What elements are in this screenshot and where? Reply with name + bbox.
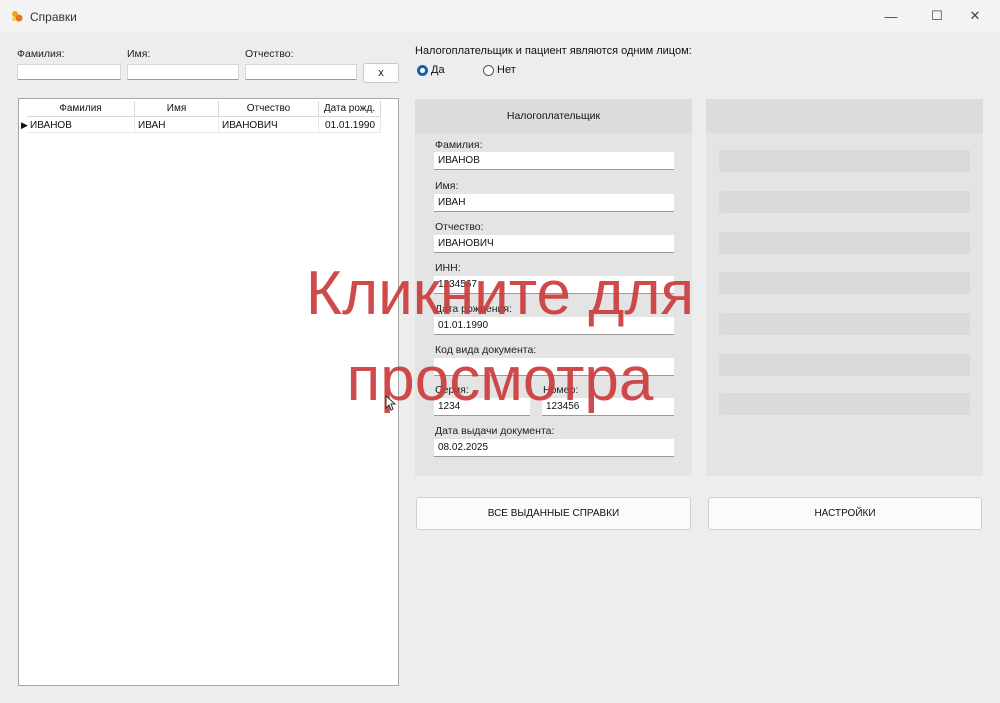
patient-field-placeholder xyxy=(719,272,970,294)
table-cell-patronymic[interactable]: ИВАНОВИЧ xyxy=(219,118,319,133)
column-header-patronymic[interactable]: Отчество xyxy=(219,101,319,117)
taxpayer-issue-date-field[interactable]: 08.02.2025 xyxy=(434,439,674,457)
taxpayer-number-label: Номер: xyxy=(543,384,579,396)
patient-field-placeholder xyxy=(719,354,970,376)
taxpayer-lastname-field[interactable]: ИВАНОВ xyxy=(434,152,674,170)
column-header-birthdate[interactable]: Дата рожд. xyxy=(319,101,381,117)
search-lastname-label: Фамилия: xyxy=(17,48,65,60)
patient-field-placeholder xyxy=(719,150,970,172)
search-firstname-input[interactable] xyxy=(127,64,239,80)
close-icon[interactable]: ✕ xyxy=(952,0,998,32)
settings-button[interactable]: НАСТРОЙКИ xyxy=(708,497,982,530)
taxpayer-firstname-label: Имя: xyxy=(435,180,459,192)
column-header-lastname[interactable]: Фамилия xyxy=(27,101,135,117)
taxpayer-inn-field[interactable]: 1234567 xyxy=(434,276,674,294)
window-title: Справки xyxy=(30,10,77,24)
radio-no-label[interactable]: Нет xyxy=(497,64,516,76)
patient-field-placeholder xyxy=(719,191,970,213)
radio-no[interactable] xyxy=(483,65,494,76)
radio-yes[interactable] xyxy=(417,65,428,76)
taxpayer-doc-code-label: Код вида документа: xyxy=(435,344,537,356)
taxpayer-patronymic-field[interactable]: ИВАНОВИЧ xyxy=(434,235,674,253)
table-cell-birthdate[interactable]: 01.01.1990 xyxy=(319,118,381,133)
taxpayer-issue-date-label: Дата выдачи документа: xyxy=(435,425,555,437)
taxpayer-birthdate-label: Дата рождения: xyxy=(435,303,512,315)
minimize-icon[interactable]: — xyxy=(868,0,914,32)
taxpayer-doc-code-field[interactable] xyxy=(434,358,674,376)
patient-field-placeholder xyxy=(719,313,970,335)
radio-yes-label[interactable]: Да xyxy=(431,64,445,76)
taxpayer-series-label: Серия: xyxy=(435,384,469,396)
taxpayer-lastname-label: Фамилия: xyxy=(435,139,483,151)
mouse-cursor-icon xyxy=(385,395,397,411)
search-lastname-input[interactable] xyxy=(17,64,121,80)
title-bar xyxy=(0,0,1000,32)
same-person-question: Налогоплательщик и пациент являются одни… xyxy=(415,45,692,57)
taxpayer-number-field[interactable]: 123456 xyxy=(542,398,674,416)
column-header-firstname[interactable]: Имя xyxy=(135,101,219,117)
taxpayer-firstname-field[interactable]: ИВАН xyxy=(434,194,674,212)
taxpayer-panel-header: Налогоплательщик xyxy=(415,99,692,133)
taxpayer-inn-label: ИНН: xyxy=(435,262,461,274)
taxpayer-series-field[interactable]: 1234 xyxy=(434,398,530,416)
table-cell-firstname[interactable]: ИВАН xyxy=(135,118,219,133)
taxpayer-birthdate-field[interactable]: 01.01.1990 xyxy=(434,317,674,335)
search-patronymic-label: Отчество: xyxy=(245,48,294,60)
clear-search-button[interactable]: x xyxy=(363,63,399,83)
patient-field-placeholder xyxy=(719,393,970,415)
table-cell-lastname[interactable]: ИВАНОВ xyxy=(27,118,135,133)
patient-field-placeholder xyxy=(719,232,970,254)
patient-panel-header xyxy=(706,99,983,133)
all-certificates-button[interactable]: ВСЕ ВЫДАННЫЕ СПРАВКИ xyxy=(416,497,691,530)
results-grid[interactable]: Фамилия Имя Отчество Дата рожд. ▶ ИВАНОВ… xyxy=(18,98,399,686)
search-patronymic-input[interactable] xyxy=(245,64,357,80)
app-icon xyxy=(12,11,23,22)
search-firstname-label: Имя: xyxy=(127,48,151,60)
taxpayer-patronymic-label: Отчество: xyxy=(435,221,484,233)
